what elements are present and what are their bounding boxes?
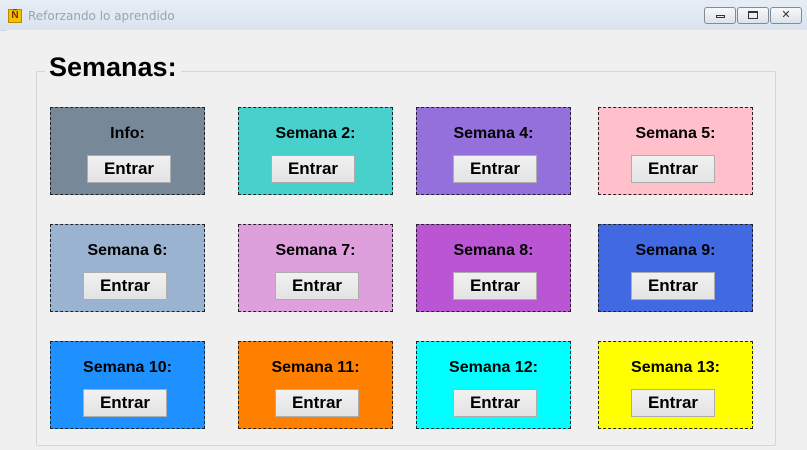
enter-button-info[interactable]: Entrar [87,155,171,183]
card-label: Semana 9: [635,242,716,259]
card-label: Semana 12: [449,359,538,376]
card-semana-10: Semana 10: Entrar [50,341,205,429]
enter-button-semana-11[interactable]: Entrar [275,389,359,417]
app-icon: Ñ [8,9,22,23]
card-label: Semana 11: [271,359,360,376]
card-label: Semana 6: [87,242,168,259]
card-semana-5: Semana 5: Entrar [598,107,753,195]
enter-button-semana-13[interactable]: Entrar [631,389,715,417]
card-label: Semana 7: [275,242,356,259]
card-label: Semana 8: [453,242,534,259]
enter-button-semana-12[interactable]: Entrar [453,389,537,417]
app-window: Ñ Reforzando lo aprendido ✕ Semanas: Inf… [0,0,807,450]
card-label: Semana 4: [453,125,534,142]
card-label: Semana 10: [83,359,172,376]
card-label: Info: [110,125,145,142]
minimize-button[interactable] [704,7,736,24]
group-title: Semanas: [45,52,181,83]
card-label: Semana 2: [275,125,356,142]
card-info: Info: Entrar [50,107,205,195]
enter-button-semana-5[interactable]: Entrar [631,155,715,183]
card-label: Semana 5: [635,125,716,142]
title-bar[interactable]: Ñ Reforzando lo aprendido ✕ [0,0,807,31]
enter-button-semana-6[interactable]: Entrar [83,272,167,300]
card-label: Semana 13: [631,359,720,376]
maximize-button[interactable] [737,7,769,24]
enter-button-semana-10[interactable]: Entrar [83,389,167,417]
card-semana-6: Semana 6: Entrar [50,224,205,312]
enter-button-semana-9[interactable]: Entrar [631,272,715,300]
card-semana-7: Semana 7: Entrar [238,224,393,312]
window-title: Reforzando lo aprendido [28,9,175,23]
minimize-icon [715,15,725,18]
maximize-icon [748,11,758,19]
client-area: Semanas: Info: Entrar Semana 2: Entrar S… [7,30,807,450]
card-semana-12: Semana 12: Entrar [416,341,571,429]
card-semana-13: Semana 13: Entrar [598,341,753,429]
close-icon: ✕ [781,9,791,21]
enter-button-semana-8[interactable]: Entrar [453,272,537,300]
enter-button-semana-7[interactable]: Entrar [275,272,359,300]
card-semana-9: Semana 9: Entrar [598,224,753,312]
enter-button-semana-2[interactable]: Entrar [271,155,355,183]
card-semana-11: Semana 11: Entrar [238,341,393,429]
card-semana-4: Semana 4: Entrar [416,107,571,195]
card-semana-8: Semana 8: Entrar [416,224,571,312]
card-semana-2: Semana 2: Entrar [238,107,393,195]
enter-button-semana-4[interactable]: Entrar [453,155,537,183]
close-button[interactable]: ✕ [770,7,802,24]
